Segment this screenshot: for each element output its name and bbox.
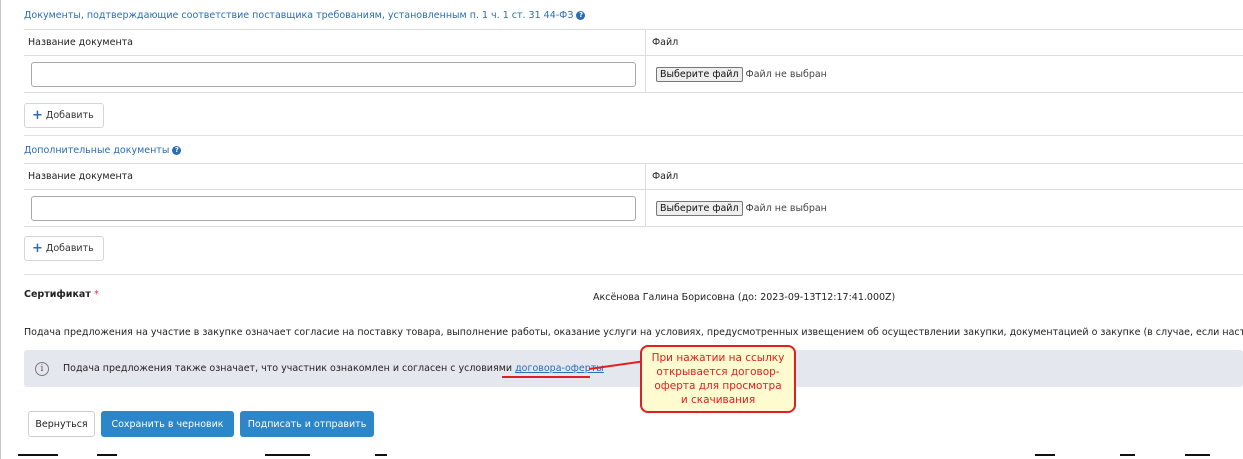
add-compliance-doc-button[interactable]: + Добавить: [24, 103, 104, 128]
divider: [24, 135, 1243, 136]
help-icon[interactable]: ?: [576, 11, 586, 20]
back-button[interactable]: Вернуться: [28, 411, 95, 437]
annotation-callout: При нажатии на ссылку открывается догово…: [640, 345, 796, 413]
window-edge: [0, 0, 1, 459]
column-header-file: Файл: [652, 171, 679, 182]
section-title-text: Документы, подтверждающие соответствие п…: [24, 10, 574, 21]
column-header-name: Название документа: [24, 164, 646, 189]
certificate-value[interactable]: Аксёнова Галина Борисовна (до: 2023-09-1…: [593, 292, 895, 303]
additional-docs-table: Название документа Файл Выберите файл Фа…: [24, 163, 1243, 227]
info-text-body: Подача предложения также означает, что у…: [63, 363, 513, 374]
save-draft-button[interactable]: Сохранить в черновик: [101, 411, 234, 437]
certificate-label: Сертификат *: [24, 289, 99, 300]
table-row: Выберите файл Файл не выбран: [24, 56, 1243, 93]
doc-name-input[interactable]: [31, 195, 636, 221]
plus-icon: +: [32, 241, 43, 256]
certificate-label-text: Сертификат: [24, 289, 91, 300]
compliance-docs-table: Название документа Файл Выберите файл Фа…: [24, 29, 1243, 93]
cropped-content-edge: [0, 454, 1243, 459]
sign-and-send-button[interactable]: Подписать и отправить: [240, 411, 374, 437]
purchase-application-form: Документы, подтверждающие соответствие п…: [0, 0, 1243, 459]
file-status: Файл не выбран: [745, 68, 827, 80]
column-header-file: Файл: [652, 37, 679, 48]
table-row: Выберите файл Файл не выбран: [24, 190, 1243, 227]
offer-info-box: i Подача предложения также означает, что…: [24, 350, 1243, 387]
plus-icon: +: [32, 108, 43, 123]
required-mark: *: [94, 289, 99, 300]
doc-name-cell: [24, 56, 646, 92]
info-text: Подача предложения также означает, что у…: [63, 363, 604, 374]
file-status: Файл не выбран: [745, 202, 827, 214]
divider: [24, 274, 1243, 275]
info-icon: i: [35, 361, 49, 376]
add-button-label: Добавить: [45, 110, 94, 121]
section-title-compliance-docs: Документы, подтверждающие соответствие п…: [24, 10, 586, 21]
section-title-additional-docs: Дополнительные документы ?: [24, 145, 182, 156]
doc-file-cell: Выберите файл Файл не выбран: [646, 56, 1243, 92]
consent-text: Подача предложения на участие в закупке …: [24, 327, 1243, 338]
help-icon[interactable]: ?: [172, 146, 182, 155]
section-title-text: Дополнительные документы: [24, 145, 170, 156]
table-header-row: Название документа Файл: [24, 164, 1243, 190]
choose-file-button[interactable]: Выберите файл: [656, 200, 743, 216]
table-header-row: Название документа Файл: [24, 30, 1243, 56]
add-button-label: Добавить: [45, 243, 94, 254]
doc-name-input[interactable]: [31, 61, 636, 87]
add-additional-doc-button[interactable]: + Добавить: [24, 236, 104, 261]
doc-name-cell: [24, 190, 646, 226]
choose-file-button[interactable]: Выберите файл: [656, 66, 743, 82]
annotation-underline: [502, 376, 590, 378]
doc-file-cell: Выберите файл Файл не выбран: [646, 190, 1243, 226]
column-header-name: Название документа: [24, 30, 646, 55]
